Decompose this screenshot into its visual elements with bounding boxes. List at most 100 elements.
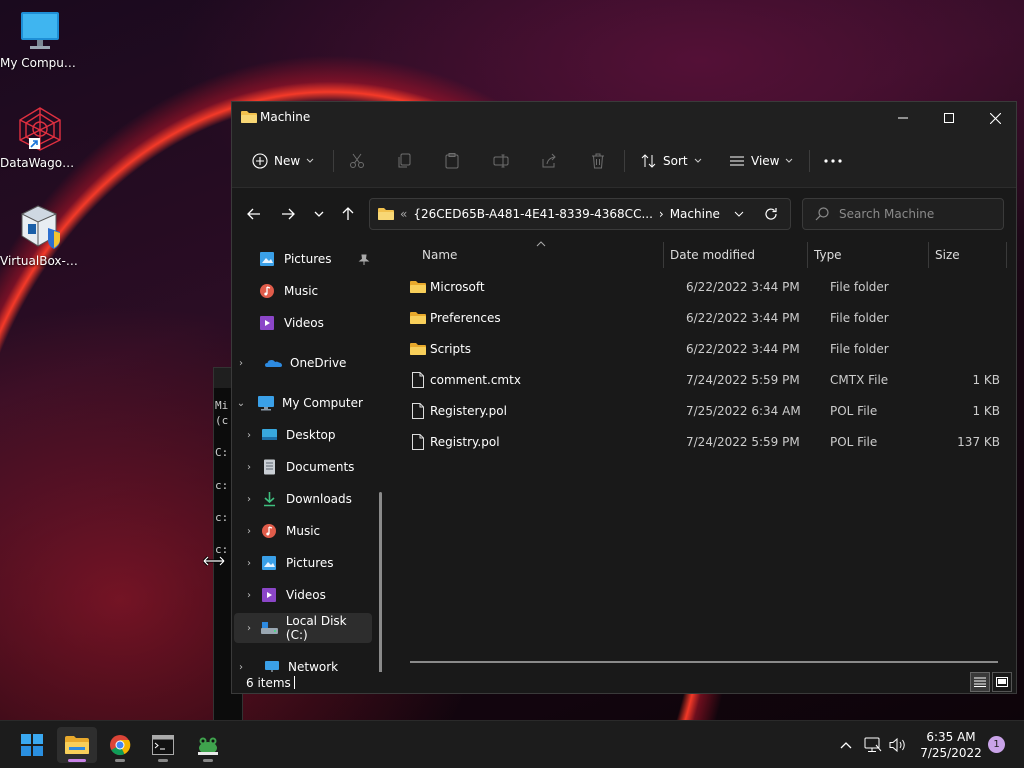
show-hidden-icons-button[interactable] bbox=[836, 735, 856, 755]
column-header-type[interactable]: Type bbox=[814, 242, 924, 268]
chevron-down-icon[interactable] bbox=[734, 211, 744, 217]
details-view-button[interactable] bbox=[970, 672, 990, 692]
sidebar-item-pictures[interactable]: › Pictures bbox=[234, 548, 372, 578]
close-icon bbox=[989, 112, 1001, 124]
cut-button[interactable] bbox=[349, 148, 365, 174]
sidebar-item-network[interactable]: › Network bbox=[234, 652, 372, 672]
maximize-button[interactable] bbox=[926, 102, 972, 134]
address-overflow[interactable]: « bbox=[400, 207, 407, 221]
horizontal-scrollbar[interactable] bbox=[410, 661, 998, 663]
search-box[interactable] bbox=[802, 198, 1004, 230]
minimize-button[interactable] bbox=[880, 102, 926, 134]
view-button[interactable]: View bbox=[729, 148, 793, 174]
file-name: Registry.pol bbox=[430, 435, 500, 449]
folder-icon bbox=[410, 343, 426, 355]
onedrive-icon bbox=[265, 360, 282, 367]
sidebar-item-onedrive[interactable]: › OneDrive bbox=[234, 348, 372, 378]
back-button[interactable] bbox=[243, 203, 265, 225]
window-titlebar[interactable]: Machine bbox=[232, 102, 1016, 134]
sidebar-item-music[interactable]: › Music bbox=[234, 516, 372, 546]
file-row[interactable]: Registery.pol 7/25/2022 6:34 AM POL File 1 … bbox=[408, 396, 1008, 427]
pin-icon[interactable] bbox=[358, 254, 370, 266]
sidebar-item-pictures[interactable]: Pictures bbox=[234, 244, 372, 274]
refresh-icon[interactable] bbox=[764, 207, 778, 221]
chevron-right-icon[interactable]: › bbox=[242, 558, 256, 569]
file-row[interactable]: Scripts 6/22/2022 3:44 PM File folder bbox=[408, 334, 1008, 365]
file-row[interactable]: comment.cmtx 7/24/2022 5:59 PM CMTX File 1 … bbox=[408, 365, 1008, 396]
column-header-name[interactable]: Name bbox=[422, 241, 662, 268]
share-button[interactable] bbox=[541, 148, 557, 174]
speaker-icon bbox=[889, 737, 905, 753]
address-bar[interactable]: « {26CED65B-A481-4E41-8339-4368CC... › M… bbox=[369, 198, 791, 230]
sidebar-item-music[interactable]: Music bbox=[234, 276, 372, 306]
column-header-size[interactable]: Size bbox=[935, 242, 1005, 268]
rename-button[interactable] bbox=[493, 148, 509, 174]
desktop-icon-my-computer[interactable]: My Computer bbox=[0, 10, 80, 70]
chevron-right-icon[interactable]: › bbox=[242, 590, 256, 601]
sidebar-item-videos[interactable]: Videos bbox=[234, 308, 372, 338]
taskbar-chrome[interactable] bbox=[100, 727, 140, 763]
sidebar-item-documents[interactable]: › Documents bbox=[234, 452, 372, 482]
notification-badge[interactable]: 1 bbox=[988, 736, 1005, 753]
more-options-button[interactable] bbox=[824, 148, 842, 174]
new-button[interactable]: New bbox=[252, 148, 314, 174]
sidebar-item-my-computer[interactable]: ⌄ My Computer bbox=[234, 388, 372, 418]
address-segment[interactable]: {26CED65B-A481-4E41-8339-4368CC... bbox=[413, 207, 653, 221]
sidebar-item-local-disk[interactable]: › Local Disk (C:) bbox=[234, 613, 372, 643]
network-tray-button[interactable] bbox=[863, 735, 883, 755]
arrow-left-icon bbox=[247, 208, 260, 220]
column-header-label: Name bbox=[422, 248, 458, 262]
chevron-right-icon[interactable]: › bbox=[242, 430, 256, 441]
sidebar-item-videos[interactable]: › Videos bbox=[234, 580, 372, 610]
chevron-right-icon[interactable]: › bbox=[242, 623, 256, 634]
thumbnail-view-icon bbox=[996, 677, 1008, 687]
datawagon-app-icon bbox=[19, 107, 61, 151]
desktop-icon-virtualbox[interactable]: VirtualBox-6... bbox=[0, 202, 80, 268]
sidebar-item-label: Pictures bbox=[286, 556, 334, 570]
thumbnail-view-button[interactable] bbox=[992, 672, 1012, 692]
chevron-right-icon[interactable]: › bbox=[234, 358, 248, 369]
delete-button[interactable] bbox=[590, 148, 606, 174]
chevron-right-icon[interactable]: › bbox=[242, 462, 256, 473]
sidebar-scrollbar[interactable] bbox=[379, 492, 382, 672]
file-type: POL File bbox=[830, 404, 878, 418]
search-input[interactable] bbox=[839, 207, 989, 221]
file-row[interactable]: Registry.pol 7/24/2022 5:59 PM POL File 137… bbox=[408, 427, 1008, 458]
chevron-right-icon[interactable]: › bbox=[242, 494, 256, 505]
sidebar-item-desktop[interactable]: › Desktop bbox=[234, 420, 372, 450]
plus-circle-icon bbox=[252, 153, 268, 169]
arrow-up-icon bbox=[342, 207, 354, 220]
sidebar-item-downloads[interactable]: › Downloads bbox=[234, 484, 372, 514]
chevron-right-icon[interactable]: › bbox=[242, 526, 256, 537]
taskbar-file-explorer[interactable] bbox=[57, 727, 97, 763]
pictures-icon bbox=[262, 556, 276, 570]
desktop-icon-label: My Computer bbox=[0, 56, 80, 70]
chevron-right-icon[interactable]: › bbox=[234, 662, 248, 673]
taskbar-clock[interactable]: 6:35 AM 7/25/2022 bbox=[916, 729, 986, 761]
up-button[interactable] bbox=[337, 203, 359, 225]
console-line: C: bbox=[215, 446, 229, 459]
virtualbox-installer-icon bbox=[20, 205, 60, 249]
sort-ascending-icon bbox=[536, 241, 546, 247]
volume-tray-button[interactable] bbox=[888, 735, 908, 755]
sort-icon bbox=[641, 154, 656, 168]
search-icon bbox=[815, 207, 829, 221]
forward-button[interactable] bbox=[277, 203, 299, 225]
taskbar-terminal[interactable] bbox=[143, 727, 183, 763]
paste-button[interactable] bbox=[444, 148, 460, 174]
sidebar-item-label: Network bbox=[288, 660, 339, 672]
file-explorer-window[interactable]: Machine New Sort View « {26CED65B-A481-4… bbox=[231, 101, 1017, 694]
taskbar-app[interactable] bbox=[188, 727, 228, 763]
column-header-date[interactable]: Date modified bbox=[670, 242, 800, 268]
start-button[interactable] bbox=[12, 727, 52, 763]
file-row[interactable]: Preferences 6/22/2022 3:44 PM File folder bbox=[408, 303, 1008, 334]
chevron-down-icon[interactable]: ⌄ bbox=[234, 398, 248, 409]
address-segment[interactable]: Machine bbox=[670, 207, 720, 221]
file-row[interactable]: Microsoft 6/22/2022 3:44 PM File folder bbox=[408, 272, 1008, 303]
sort-button[interactable]: Sort bbox=[641, 148, 702, 174]
close-button[interactable] bbox=[972, 102, 1018, 134]
copy-button[interactable] bbox=[397, 148, 413, 174]
desktop-icon-datawagon[interactable]: DataWagon... bbox=[0, 106, 80, 170]
file-type: File folder bbox=[830, 280, 889, 294]
recent-locations-button[interactable] bbox=[308, 203, 330, 225]
